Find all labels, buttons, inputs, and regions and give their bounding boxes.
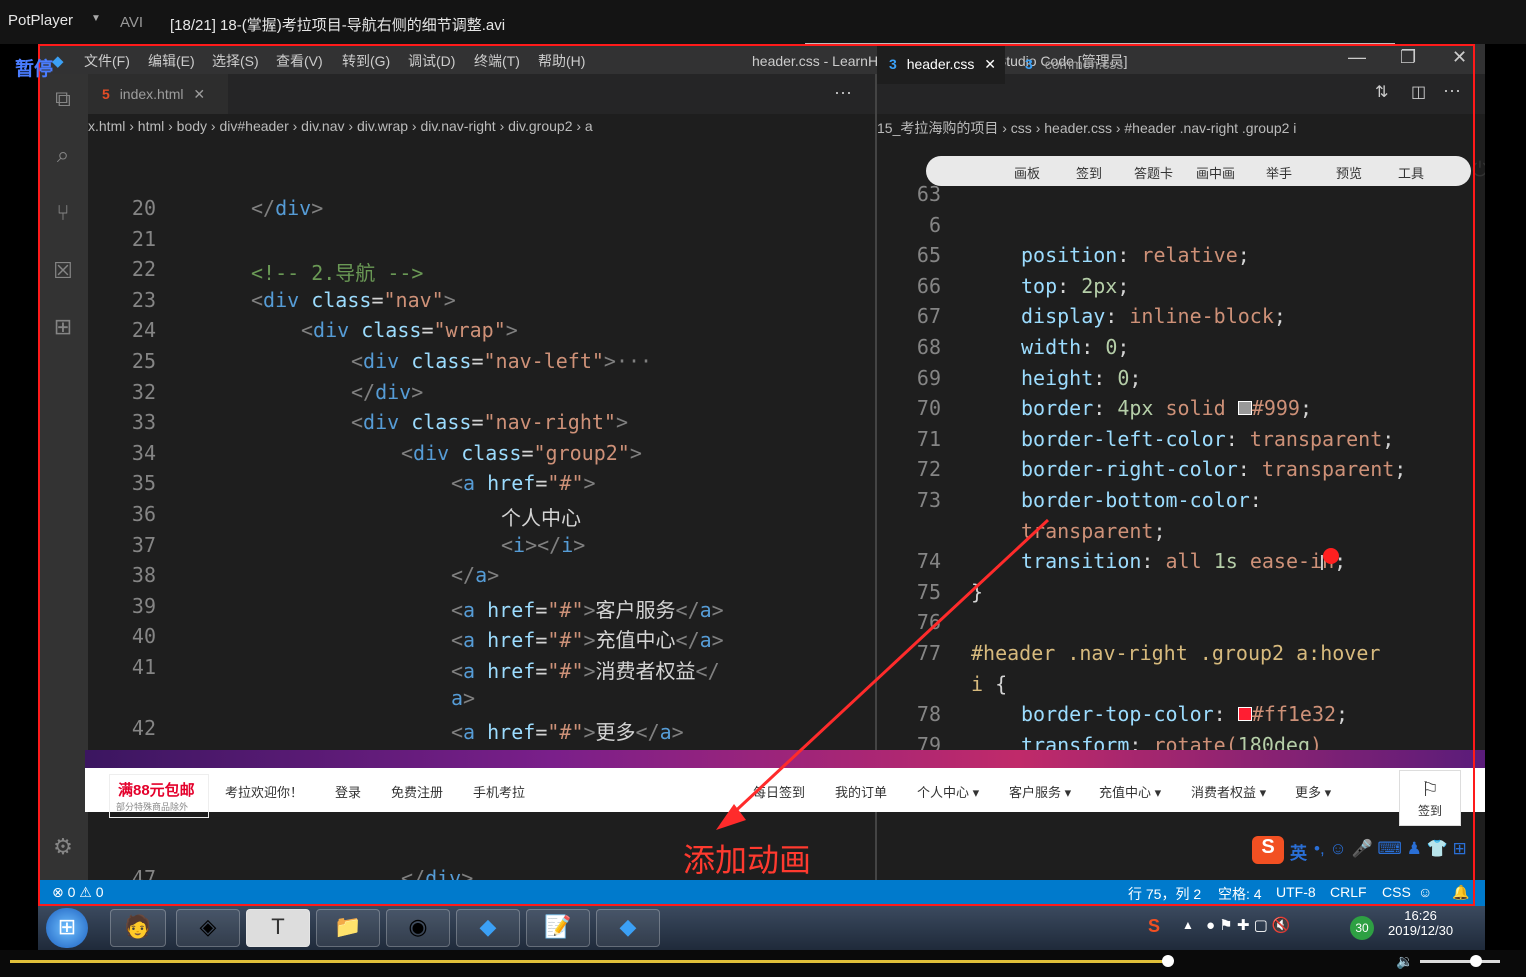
- ime-mode[interactable]: 英: [1290, 839, 1307, 864]
- annotation-arrow: I: [716, 518, 1339, 830]
- pause-indicator: 暂停: [15, 59, 54, 80]
- annotation-text: 添加动画: [683, 842, 812, 878]
- ime-toolbar: S 英 •, ☺ 🎤 ⌨ ♟ 👕 ⊞: [1252, 836, 1482, 866]
- svg-text:I: I: [1319, 551, 1325, 575]
- ime-tools-icon[interactable]: •, ☺ 🎤 ⌨ ♟ 👕 ⊞: [1314, 839, 1467, 859]
- sogou-icon[interactable]: S: [1252, 836, 1284, 864]
